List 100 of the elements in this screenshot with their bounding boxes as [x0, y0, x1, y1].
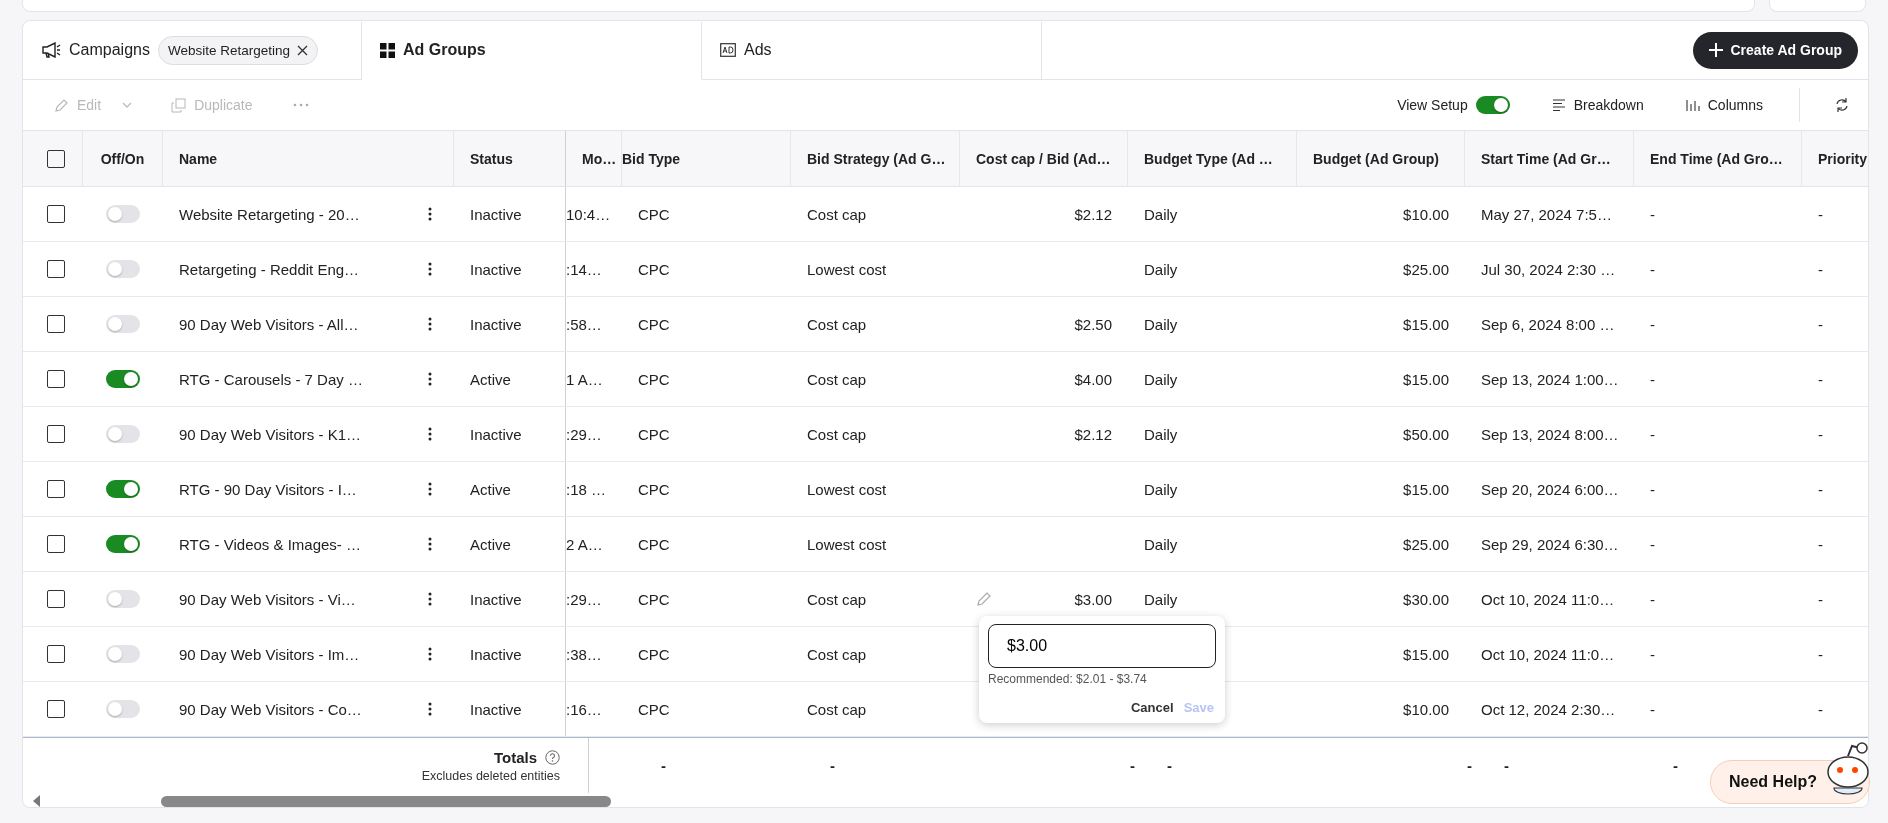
status-switch[interactable] — [106, 315, 140, 333]
table-cell: Inactive — [470, 700, 522, 718]
cancel-button[interactable]: Cancel — [1129, 698, 1176, 717]
status-switch[interactable] — [106, 205, 140, 223]
select-all-checkbox[interactable] — [46, 149, 65, 168]
table-cell: Oct 10, 2024 11:0… — [1481, 645, 1615, 663]
column-header[interactable]: Bid Type — [622, 150, 681, 167]
column-header[interactable]: Priority — [1818, 150, 1867, 167]
status-switch[interactable] — [106, 535, 140, 553]
help-icon[interactable] — [545, 749, 560, 765]
refresh-icon[interactable] — [1834, 97, 1850, 113]
row-checkbox[interactable] — [47, 260, 65, 278]
megaphone-icon — [41, 42, 61, 58]
bid-input[interactable]: $3.00 — [988, 624, 1216, 668]
row-checkbox[interactable] — [47, 590, 65, 608]
kebab-icon[interactable] — [428, 262, 432, 276]
kebab-icon[interactable] — [428, 427, 432, 441]
row-checkbox[interactable] — [47, 480, 65, 498]
table-cell: 1 A… — [566, 370, 603, 388]
kebab-icon[interactable] — [428, 207, 432, 221]
scroll-left-icon[interactable] — [33, 795, 41, 807]
status-switch[interactable] — [106, 700, 140, 718]
table-cell: CPC — [638, 315, 670, 333]
table-cell: Cost cap — [807, 370, 867, 388]
table-cell: Lowest cost — [807, 535, 887, 553]
table-cell: - — [1818, 645, 1823, 663]
table-cell: CPC — [638, 700, 670, 718]
row-checkbox[interactable] — [47, 425, 65, 443]
table-cell: Sep 29, 2024 6:30… — [1481, 535, 1619, 553]
table-cell: Daily — [1144, 590, 1178, 608]
table-cell: Oct 12, 2024 2:30… — [1481, 700, 1616, 718]
status-switch[interactable] — [106, 370, 140, 388]
filter-chip[interactable]: Website Retargeting — [157, 35, 318, 65]
table-cell: $3.00 — [1074, 590, 1112, 608]
column-header[interactable]: Name — [179, 150, 218, 167]
row-checkbox[interactable] — [47, 535, 65, 553]
row-checkbox[interactable] — [47, 700, 65, 718]
view-setup-switch[interactable] — [1475, 96, 1510, 114]
table-cell: RTG - Videos & Images- … — [179, 535, 361, 553]
column-header[interactable]: Budget (Ad Group) — [1313, 150, 1439, 167]
tab[interactable]: Campaigns Website Retargeting — [23, 21, 362, 80]
scrollbar-thumb[interactable] — [161, 795, 611, 807]
table-cell: :18 … — [566, 480, 607, 498]
table-cell: - — [1650, 700, 1655, 718]
breakdown-button[interactable]: Breakdown — [1545, 93, 1650, 117]
status-switch[interactable] — [106, 260, 140, 278]
row-checkbox[interactable] — [47, 315, 65, 333]
columns-button[interactable]: Columns — [1679, 93, 1769, 117]
row-checkbox[interactable] — [47, 370, 65, 388]
table-cell: CPC — [638, 260, 670, 278]
table-cell: RTG - Carousels - 7 Day … — [179, 370, 363, 388]
column-header[interactable]: Off/On — [100, 150, 145, 167]
kebab-icon[interactable] — [428, 647, 432, 661]
table-cell: - — [1818, 315, 1823, 333]
column-header[interactable]: Mo… — [582, 150, 617, 167]
table-cell: - — [1818, 480, 1823, 498]
tab[interactable]: Ad Groups — [362, 21, 702, 80]
kebab-icon[interactable] — [428, 592, 432, 606]
table-cell: Sep 20, 2024 6:00… — [1481, 480, 1619, 498]
table-cell: Website Retargeting - 20… — [179, 205, 360, 223]
table-cell: Daily — [1144, 425, 1178, 443]
row-checkbox[interactable] — [47, 205, 65, 223]
status-switch[interactable] — [106, 590, 140, 608]
status-switch[interactable] — [106, 480, 140, 498]
close-icon[interactable] — [297, 44, 308, 56]
table-cell: 90 Day Web Visitors - Im… — [179, 645, 360, 663]
column-header[interactable]: Start Time (Ad Gr… — [1481, 150, 1611, 167]
column-header[interactable]: Bid Strategy (Ad G… — [807, 150, 946, 167]
create-ad-group-button[interactable]: Create Ad Group — [1692, 31, 1858, 69]
bars-icon — [1685, 98, 1700, 112]
kebab-icon[interactable] — [428, 537, 432, 551]
table-cell: :29… — [566, 425, 602, 443]
table-cell: Jul 30, 2024 2:30 … — [1481, 260, 1616, 278]
table-cell: Oct 10, 2024 11:0… — [1481, 590, 1615, 608]
kebab-icon[interactable] — [428, 482, 432, 496]
plus-icon — [1708, 43, 1723, 57]
table-cell: $25.00 — [1403, 535, 1449, 553]
status-switch[interactable] — [106, 425, 140, 443]
tab[interactable]: Ads — [702, 21, 1042, 80]
total-cell: - — [1467, 757, 1472, 774]
table-cell: $15.00 — [1403, 480, 1449, 498]
table-cell: - — [1818, 535, 1823, 553]
row-checkbox[interactable] — [47, 645, 65, 663]
table-cell: - — [1818, 700, 1823, 718]
column-header[interactable]: Budget Type (Ad … — [1144, 150, 1273, 167]
column-header[interactable]: End Time (Ad Gro… — [1650, 150, 1783, 167]
kebab-icon[interactable] — [428, 702, 432, 716]
status-switch[interactable] — [106, 645, 140, 663]
table-cell: Daily — [1144, 480, 1178, 498]
table-cell: Cost cap — [807, 315, 867, 333]
kebab-icon[interactable] — [428, 317, 432, 331]
table-cell: Sep 13, 2024 1:00… — [1481, 370, 1619, 388]
column-header[interactable]: Status — [470, 150, 513, 167]
pencil-icon — [55, 98, 69, 112]
table-cell: Inactive — [470, 315, 522, 333]
kebab-icon[interactable] — [428, 372, 432, 386]
column-header[interactable]: Cost cap / Bid (Ad… — [976, 150, 1111, 167]
table-cell: 90 Day Web Visitors - Co… — [179, 700, 362, 718]
table-cell: Daily — [1144, 315, 1178, 333]
table-cell: - — [1650, 645, 1655, 663]
